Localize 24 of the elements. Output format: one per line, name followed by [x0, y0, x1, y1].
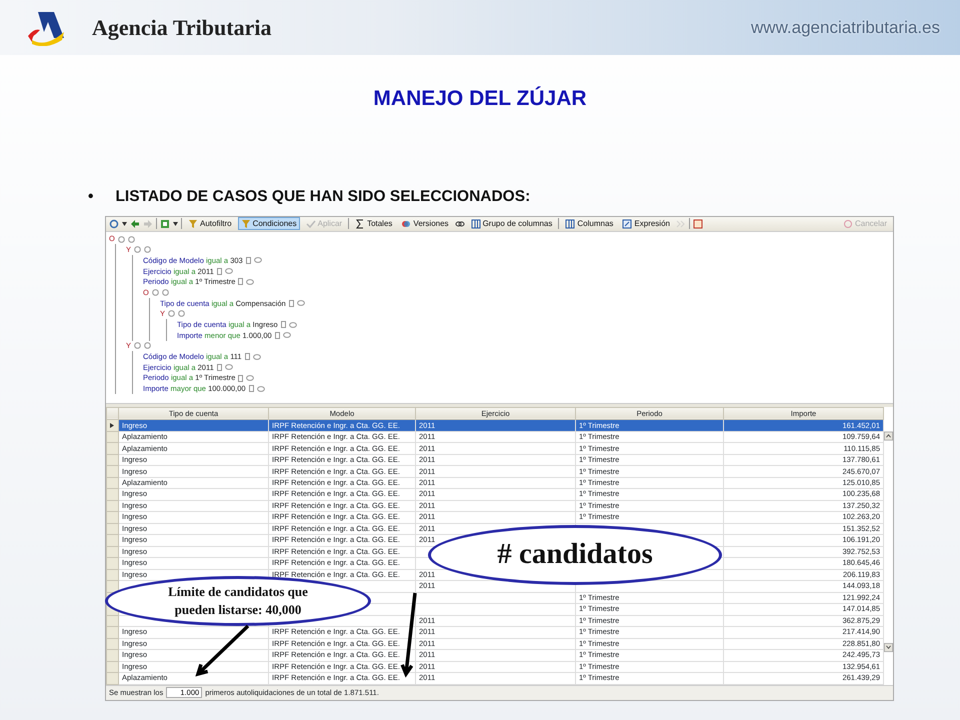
sigma-icon: [355, 218, 366, 229]
toolbar-button[interactable]: Condiciones: [238, 217, 300, 230]
toolbar-button[interactable]: Grupo de columnas: [468, 217, 556, 230]
back-arrow-icon[interactable]: [130, 218, 140, 229]
filter-icon: [188, 218, 198, 229]
caret-icon[interactable]: [122, 222, 127, 226]
bullet-mark: •: [88, 186, 94, 206]
caret-icon[interactable]: [173, 222, 178, 226]
row-pointer-icon: [110, 423, 114, 428]
toolbar-button[interactable]: Autofiltro: [185, 217, 235, 230]
bullet-text: LISTADO DE CASOS QUE HAN SIDO SELECCIONADOS:: [115, 186, 530, 206]
callout-arrow: [195, 624, 250, 677]
filter-icon: [240, 218, 251, 229]
check-icon: [306, 218, 316, 229]
slide-title: MANEJO DEL ZÚJAR: [372, 85, 588, 112]
website-link[interactable]: www.agenciatributaria.es: [751, 14, 940, 40]
toolbar-button[interactable]: Columnas: [562, 217, 616, 230]
link-icon[interactable]: [454, 218, 465, 229]
columns-icon: [565, 218, 576, 229]
brand-name: Agencia Tributaria: [92, 14, 272, 42]
toolbar-button[interactable]: Versiones: [398, 217, 452, 230]
columns-icon: [470, 218, 481, 229]
toolbar-button[interactable]: Expresión: [619, 217, 673, 230]
toolbar-button[interactable]: Totales: [352, 217, 396, 230]
